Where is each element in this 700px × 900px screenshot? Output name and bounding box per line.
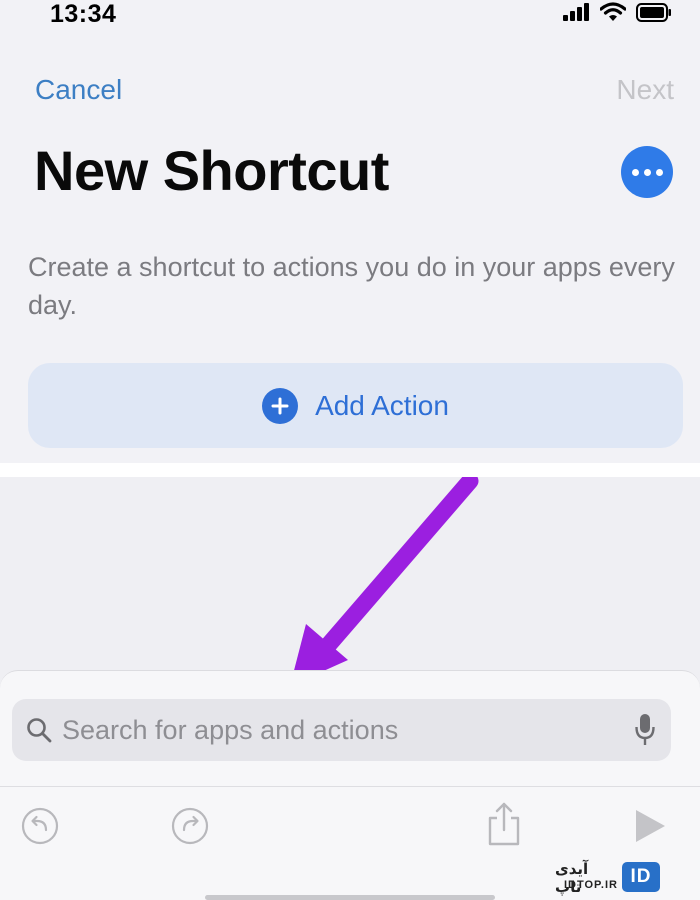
plus-circle-icon (262, 387, 299, 424)
battery-icon (636, 2, 671, 22)
ellipsis-dot (655, 168, 663, 176)
microphone-icon[interactable] (635, 713, 655, 747)
toolbar-divider (0, 786, 700, 787)
wifi-icon (600, 2, 626, 21)
more-options-button[interactable] (621, 146, 673, 198)
status-time: 13:34 (50, 0, 117, 28)
add-action-button[interactable]: Add Action (28, 363, 683, 448)
watermark: آیدی تاپ IDTOP.IR ID (555, 860, 700, 900)
watermark-logo: ID (622, 862, 660, 892)
shortcut-editor-panel: 13:34 Cancel Next New Shortcut Create a … (0, 0, 700, 463)
play-icon[interactable] (633, 808, 667, 844)
cancel-button[interactable]: Cancel (35, 74, 122, 106)
next-button[interactable]: Next (616, 74, 674, 106)
status-icons (563, 2, 672, 22)
add-action-label: Add Action (315, 389, 449, 421)
home-indicator (205, 895, 495, 900)
redo-icon[interactable] (170, 806, 210, 846)
watermark-latin-text: IDTOP.IR (563, 879, 618, 891)
search-input[interactable] (62, 714, 602, 746)
search-bar[interactable] (12, 699, 671, 761)
description-text: Create a shortcut to actions you do in y… (28, 252, 675, 320)
search-icon (27, 718, 52, 743)
cellular-signal-icon (563, 3, 589, 21)
page-title: New Shortcut (34, 139, 389, 202)
ellipsis-icon (631, 168, 639, 176)
status-bar: 13:34 (0, 0, 700, 34)
frame-divider (0, 463, 700, 477)
ellipsis-dot (643, 168, 651, 176)
undo-icon[interactable] (20, 806, 60, 846)
share-icon[interactable] (485, 801, 523, 847)
